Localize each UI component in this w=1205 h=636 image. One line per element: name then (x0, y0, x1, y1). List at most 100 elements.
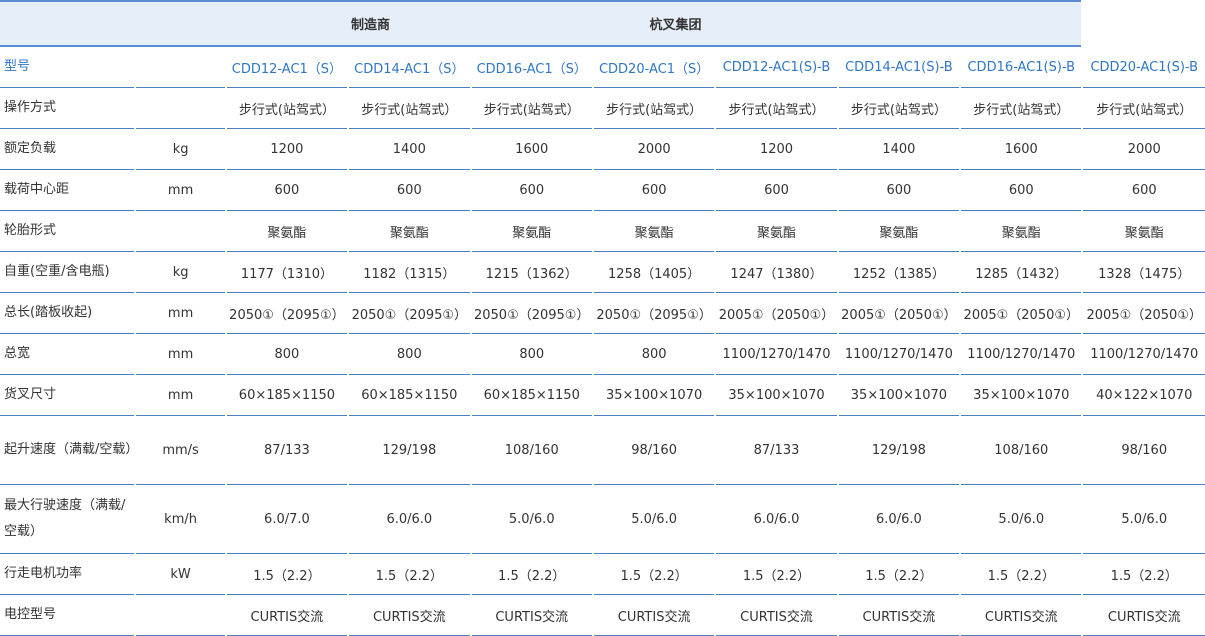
value-cell: 1.5（2.2） (961, 554, 1082, 595)
row-unit: kW (136, 554, 225, 595)
value-cell: 1215（1362） (471, 252, 592, 293)
value-cell: 1258（1405） (593, 252, 715, 293)
model-cell: CDD12-AC1(S)-B (716, 47, 837, 88)
value-cell: 1.5（2.2） (226, 554, 348, 595)
value-cell: 2050①（2095①） (226, 293, 348, 334)
value-cell: 步行式(站驾式） (593, 88, 715, 129)
model-cell: CDD20-AC1(S)-B (1083, 47, 1205, 88)
header-manufacturer-value-cell: 杭叉集团 (469, 0, 1082, 47)
row-unit: mm (136, 334, 225, 375)
value-cell: 6.0/6.0 (349, 485, 470, 554)
table-row: 起升速度（满载/空载） mm/s 87/133 129/198 108/160 98/16… (0, 416, 1205, 485)
value-cell: 1247（1380） (716, 252, 837, 293)
value-cell: 5.0/6.0 (593, 485, 715, 554)
value-cell: 800 (226, 334, 348, 375)
value-cell: 聚氨酯 (838, 211, 960, 252)
value-cell: 步行式(站驾式） (1083, 88, 1205, 129)
value-cell: 1.5（2.2） (349, 554, 470, 595)
value-cell: 60×185×1150 (471, 375, 592, 416)
value-cell: 1400 (838, 129, 960, 170)
value-cell: 1.5（2.2） (716, 554, 837, 595)
value-cell: 步行式(站驾式） (471, 88, 592, 129)
row-unit (136, 211, 225, 252)
table-row: 总宽 mm 800 800 800 800 1100/1270/1470 1100/1270/… (0, 334, 1205, 375)
value-cell: 1100/1270/1470 (961, 334, 1082, 375)
value-cell: 6.0/7.0 (226, 485, 348, 554)
value-cell: CURTIS交流 (1083, 595, 1205, 636)
row-label: 操作方式 (0, 88, 135, 129)
row-unit: mm (136, 375, 225, 416)
table-row: 行走电机功率 kW 1.5（2.2） 1.5（2.2） 1.5（2.2） 1.5（2.2）… (0, 554, 1205, 595)
value-cell: 600 (838, 170, 960, 211)
model-cell: CDD16-AC1（S） (471, 47, 592, 88)
value-cell: 聚氨酯 (593, 211, 715, 252)
value-cell: CURTIS交流 (838, 595, 960, 636)
row-label: 最大行驶速度（满载/空载） (0, 485, 135, 554)
value-cell: 聚氨酯 (961, 211, 1082, 252)
value-cell: CURTIS交流 (593, 595, 715, 636)
row-label: 总宽 (0, 334, 135, 375)
row-unit: km/h (136, 485, 225, 554)
value-cell: 步行式(站驾式） (716, 88, 837, 129)
value-cell: 1252（1385） (838, 252, 960, 293)
table-row: 货叉尺寸 mm 60×185×1150 60×185×1150 60×185×1150 3… (0, 375, 1205, 416)
row-label: 行走电机功率 (0, 554, 135, 595)
model-cell: CDD20-AC1（S） (593, 47, 715, 88)
value-cell: 步行式(站驾式） (838, 88, 960, 129)
row-unit (136, 88, 225, 129)
row-label: 起升速度（满载/空载） (0, 416, 135, 485)
value-cell: 98/160 (593, 416, 715, 485)
value-cell: 600 (961, 170, 1082, 211)
value-cell: 2050①（2095①） (593, 293, 715, 334)
row-unit: mm/s (136, 416, 225, 485)
row-unit (136, 47, 225, 88)
value-cell: 1.5（2.2） (838, 554, 960, 595)
value-cell: 5.0/6.0 (961, 485, 1082, 554)
value-cell: 2000 (1083, 129, 1205, 170)
value-cell: CURTIS交流 (716, 595, 837, 636)
row-label: 总长(踏板收起) (0, 293, 135, 334)
table-row: 载荷中心距 mm 600 600 600 600 600 600 600 600 (0, 170, 1205, 211)
table-row: 最大行驶速度（满载/空载） km/h 6.0/7.0 6.0/6.0 5.0/6.0 5.… (0, 485, 1205, 554)
value-cell: 1200 (226, 129, 348, 170)
row-label: 货叉尺寸 (0, 375, 135, 416)
model-cell: CDD16-AC1(S)-B (961, 47, 1082, 88)
value-cell: 聚氨酯 (471, 211, 592, 252)
value-cell: 聚氨酯 (716, 211, 837, 252)
value-cell: 1.5（2.2） (1083, 554, 1205, 595)
table-row: 操作方式 步行式(站驾式） 步行式(站驾式） 步行式(站驾式） 步行式(站驾式） 步行式(… (0, 88, 1205, 129)
value-cell: 2005①（2050①） (716, 293, 837, 334)
model-cell: CDD14-AC1（S） (349, 47, 470, 88)
value-cell: 129/198 (838, 416, 960, 485)
value-cell: 2050①（2095①） (471, 293, 592, 334)
row-label: 电控型号 (0, 595, 135, 636)
row-label: 自重(空重/含电瓶) (0, 252, 135, 293)
row-label: 载荷中心距 (0, 170, 135, 211)
row-label: 轮胎形式 (0, 211, 135, 252)
value-cell: 800 (593, 334, 715, 375)
value-cell: 5.0/6.0 (471, 485, 592, 554)
value-cell: 1.5（2.2） (593, 554, 715, 595)
row-label: 型号 (0, 47, 135, 88)
value-cell: 1182（1315） (349, 252, 470, 293)
value-cell: 1400 (349, 129, 470, 170)
value-cell: 600 (471, 170, 592, 211)
value-cell: 步行式(站驾式） (961, 88, 1082, 129)
row-unit: mm (136, 170, 225, 211)
row-unit: mm (136, 293, 225, 334)
value-cell: CURTIS交流 (226, 595, 348, 636)
value-cell: 108/160 (471, 416, 592, 485)
table-row: 自重(空重/含电瓶) kg 1177（1310） 1182（1315） 1215（136… (0, 252, 1205, 293)
value-cell: 1100/1270/1470 (1083, 334, 1205, 375)
value-cell: CURTIS交流 (471, 595, 592, 636)
value-cell: 600 (1083, 170, 1205, 211)
table-row: 额定负载 kg 1200 1400 1600 2000 1200 1400 1600 2000 (0, 129, 1205, 170)
value-cell: 2050①（2095①） (349, 293, 470, 334)
value-cell: 5.0/6.0 (1083, 485, 1205, 554)
table-header-row: 制造商 杭叉集团 (0, 0, 1205, 47)
value-cell: 1285（1432） (961, 252, 1082, 293)
spec-table: 制造商 杭叉集团 型号 CDD12-AC1（S） CDD14-AC1（S） CDD16… (0, 0, 1205, 636)
model-cell: CDD12-AC1（S） (226, 47, 348, 88)
header-manufacturer-cell: 制造商 (0, 0, 470, 47)
value-cell: 108/160 (961, 416, 1082, 485)
